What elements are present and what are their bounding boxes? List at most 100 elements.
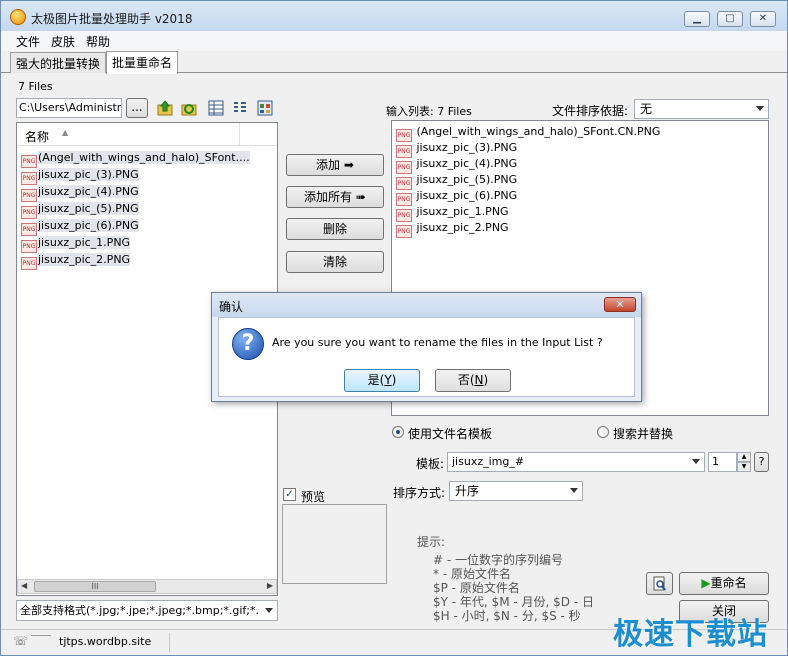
list-item[interactable]: PNG jisuxz_pic_1.PNG — [396, 203, 509, 222]
file-filter-value: 全部支持格式(*.jpg;*.jpe;*.jpeg;*.bmp;*.gif;*. — [20, 604, 260, 617]
status-icon: ☏ — [13, 634, 29, 648]
app-icon — [10, 9, 26, 25]
filter-dropdown-button[interactable] — [261, 601, 277, 620]
status-separator — [169, 633, 170, 652]
preview-rename-button[interactable] — [646, 572, 673, 595]
png-file-icon: PNG — [21, 257, 37, 270]
preview-label: 预览 — [301, 490, 326, 504]
png-file-icon: PNG — [396, 225, 412, 238]
scroll-thumb[interactable]: III — [34, 581, 156, 592]
dialog-title-bar[interactable]: 确认 ✕ — [212, 293, 641, 317]
minimize-button[interactable]: ▁ — [684, 11, 710, 27]
tab-batch-rename[interactable]: 批量重命名 — [106, 51, 179, 74]
list-item[interactable]: PNG jisuxz_pic_(6).PNG — [396, 187, 517, 206]
app-window: 太极图片批量处理助手 v2018 ▁ ▢ ✕ 文件 皮肤 帮助 强大的批量转换 … — [0, 0, 788, 656]
dialog-close-button[interactable]: ✕ — [604, 297, 636, 312]
dialog-message: Are you sure you want to rename the file… — [272, 336, 603, 349]
preview-area — [282, 504, 387, 584]
preview-checkbox[interactable]: ✓ — [283, 488, 296, 501]
hint-line: $H - 小时, $N - 分, $S - 秒 — [433, 609, 581, 623]
menu-skin[interactable]: 皮肤 — [51, 33, 75, 50]
double-arrow-right-icon: ➠ — [355, 190, 366, 204]
sort-by-value: 无 — [640, 102, 653, 116]
radio-search-replace-label: 搜索并替换 — [613, 427, 674, 441]
column-header-row: 名称 ▲ — [17, 123, 277, 146]
refresh-folder-icon[interactable] — [181, 100, 197, 116]
add-button[interactable]: 添加 ➡ — [286, 154, 384, 176]
radio-search-replace[interactable] — [597, 426, 609, 438]
menu-file[interactable]: 文件 — [16, 33, 40, 50]
list-item[interactable]: PNG jisuxz_pic_(3).PNG — [21, 166, 139, 185]
status-divider — [31, 635, 51, 636]
order-label: 排序方式: — [393, 486, 446, 500]
start-number-input[interactable]: 1 — [708, 452, 737, 472]
list-view-icon[interactable] — [232, 100, 248, 116]
browse-button[interactable]: ... — [126, 98, 148, 118]
list-item[interactable]: PNG jisuxz_pic_(6).PNG — [21, 217, 139, 236]
no-button[interactable]: 否(N) — [435, 369, 511, 392]
help-button[interactable]: ? — [754, 452, 769, 472]
path-input[interactable]: C:\Users\Administrat — [16, 98, 122, 118]
status-url: tjtps.wordbp.site — [59, 635, 152, 648]
list-item[interactable]: PNG jisuxz_pic_(3).PNG — [396, 139, 517, 158]
tab-batch-convert[interactable]: 强大的批量转换 — [10, 52, 107, 73]
hint-title: 提示: — [417, 535, 446, 549]
chevron-down-icon — [756, 106, 764, 111]
column-header-name[interactable]: 名称 — [25, 128, 49, 145]
menu-help[interactable]: 帮助 — [86, 33, 110, 50]
chevron-down-icon — [265, 608, 273, 613]
column-divider — [239, 123, 240, 145]
magnifier-icon — [653, 576, 666, 591]
chevron-down-icon — [692, 459, 700, 464]
list-item[interactable]: PNG jisuxz_pic_(5).PNG — [396, 171, 517, 190]
menu-bar: 文件 皮肤 帮助 — [1, 31, 787, 51]
list-item[interactable]: PNG jisuxz_pic_2.PNG — [21, 251, 131, 270]
remove-button[interactable]: 删除 — [286, 218, 384, 240]
list-item[interactable]: PNG jisuxz_pic_(4).PNG — [396, 155, 517, 174]
watermark-text: 极速下载站 — [613, 617, 768, 652]
confirm-dialog: 确认 ✕ ? Are you sure you want to rename t… — [211, 292, 642, 402]
input-list-label: 输入列表: 7 Files — [386, 105, 472, 118]
add-all-button[interactable]: 添加所有 ➠ — [286, 186, 384, 208]
title-bar[interactable]: 太极图片批量处理助手 v2018 ▁ ▢ ✕ — [1, 1, 787, 31]
thumbnail-view-icon[interactable] — [257, 100, 273, 116]
files-count: 7 Files — [18, 80, 53, 93]
rename-button[interactable]: ▶重命名 — [679, 572, 769, 595]
maximize-button[interactable]: ▢ — [717, 11, 743, 27]
question-icon: ? — [232, 328, 264, 360]
details-view-icon[interactable] — [208, 100, 224, 116]
list-item[interactable]: PNG jisuxz_pic_1.PNG — [21, 234, 131, 253]
sort-by-label: 文件排序依据: — [552, 104, 629, 118]
sort-ascending-icon: ▲ — [62, 128, 69, 137]
up-folder-icon[interactable] — [157, 100, 173, 116]
dialog-title: 确认 — [219, 300, 244, 314]
dialog-body: ? Are you sure you want to rename the fi… — [218, 317, 635, 397]
list-item[interactable]: PNG (Angel_with_wings_and_halo)_SFont.CN… — [396, 123, 660, 142]
radio-use-template[interactable] — [392, 426, 404, 438]
template-value: jisuxz_img_# — [452, 455, 525, 468]
yes-button[interactable]: 是(Y) — [344, 369, 420, 392]
scroll-left-icon[interactable]: ◀ — [21, 581, 27, 590]
spin-down-button[interactable]: ▼ — [737, 462, 751, 472]
chevron-down-icon — [570, 488, 578, 493]
radio-use-template-label: 使用文件名模板 — [408, 427, 493, 441]
close-window-button[interactable]: ✕ — [750, 11, 776, 27]
spin-up-button[interactable]: ▲ — [737, 452, 751, 462]
list-item[interactable]: PNG jisuxz_pic_2.PNG — [396, 219, 509, 238]
horizontal-scrollbar[interactable]: ◀ III ▶ — [17, 579, 277, 594]
template-label: 模板: — [416, 457, 445, 471]
file-filter-select[interactable]: 全部支持格式(*.jpg;*.jpe;*.jpeg;*.bmp;*.gif;*. — [16, 600, 278, 621]
window-title: 太极图片批量处理助手 v2018 — [31, 12, 193, 26]
scroll-right-icon[interactable]: ▶ — [267, 581, 273, 590]
template-input[interactable]: jisuxz_img_# — [447, 452, 705, 472]
tab-bar: 强大的批量转换 批量重命名 — [1, 51, 787, 74]
clear-button[interactable]: 清除 — [286, 251, 384, 273]
list-item[interactable]: PNG jisuxz_pic_(5).PNG — [21, 200, 139, 219]
list-item[interactable]: PNG (Angel_with_wings_and_halo)_SFont.... — [21, 149, 250, 168]
play-icon: ▶ — [701, 576, 711, 590]
arrow-right-icon: ➡ — [343, 158, 354, 172]
list-item[interactable]: PNG jisuxz_pic_(4).PNG — [21, 183, 139, 202]
order-select[interactable]: 升序 — [449, 481, 583, 501]
order-value: 升序 — [455, 484, 480, 498]
sort-by-select[interactable]: 无 — [634, 99, 769, 119]
